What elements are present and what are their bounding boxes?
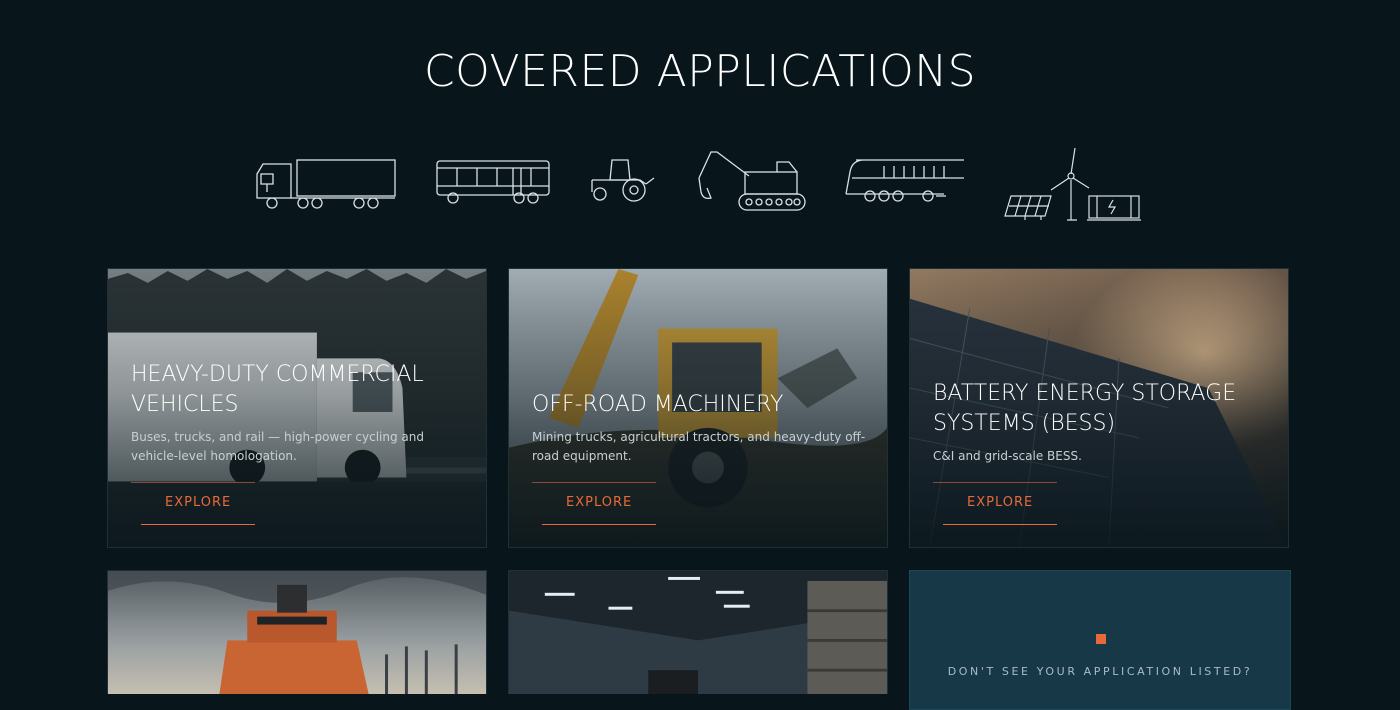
explore-button[interactable]: EXPLORE xyxy=(130,482,256,525)
application-card-off-road[interactable]: OFF-ROAD MACHINERY Mining trucks, agricu… xyxy=(508,268,888,548)
card-title: HEAVY-DUTY COMMERCIAL VEHICLES xyxy=(131,362,424,417)
solar-wind-battery-icon[interactable] xyxy=(1003,144,1143,222)
explore-button[interactable]: EXPLORE xyxy=(932,482,1058,525)
cta-card[interactable]: DON'T SEE YOUR APPLICATION LISTED? xyxy=(909,570,1291,710)
card-description: C&I and grid-scale BESS. xyxy=(933,449,1082,463)
train-icon[interactable] xyxy=(844,158,966,206)
card-title: BATTERY ENERGY STORAGE SYSTEMS (BESS) xyxy=(933,381,1237,436)
application-card-warehouse[interactable] xyxy=(508,570,888,694)
application-card-bess[interactable]: BATTERY ENERGY STORAGE SYSTEMS (BESS) C&… xyxy=(909,268,1289,548)
tractor-icon[interactable] xyxy=(588,158,656,206)
explore-button[interactable]: EXPLORE xyxy=(531,482,657,525)
excavator-icon[interactable] xyxy=(693,148,807,214)
truck-icon[interactable] xyxy=(255,154,397,210)
ship-photo xyxy=(108,571,486,694)
card-description: Buses, trucks, and rail — high-power cyc… xyxy=(131,430,424,463)
card-title: OFF-ROAD MACHINERY xyxy=(532,392,784,417)
card-description: Mining trucks, agricultural tractors, an… xyxy=(532,430,866,463)
bus-icon[interactable] xyxy=(435,158,551,206)
application-card-heavy-duty[interactable]: HEAVY-DUTY COMMERCIAL VEHICLES Buses, tr… xyxy=(107,268,487,548)
application-card-marine[interactable] xyxy=(107,570,487,694)
page-title: COVERED APPLICATIONS xyxy=(423,46,977,97)
cta-text[interactable]: DON'T SEE YOUR APPLICATION LISTED? xyxy=(910,665,1290,678)
accent-square-icon xyxy=(1096,634,1106,644)
warehouse-photo xyxy=(509,571,887,694)
application-icons xyxy=(0,140,1400,230)
